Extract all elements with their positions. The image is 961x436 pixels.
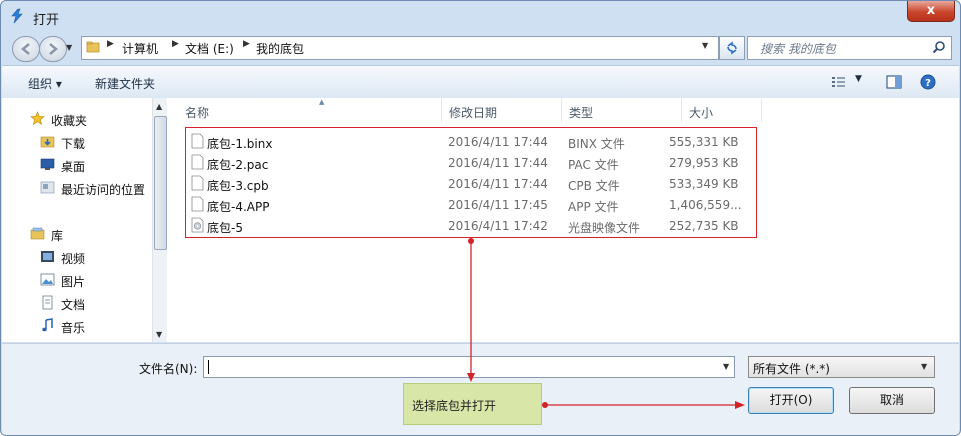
window-title: 打开 xyxy=(33,13,60,28)
picture-icon xyxy=(40,273,55,286)
filename-dropdown-icon[interactable]: ▼ xyxy=(723,362,729,371)
nav-desktop[interactable]: 桌面 xyxy=(2,155,152,175)
search-box[interactable]: 搜索 我的底包 xyxy=(747,36,952,60)
column-header-name-label: 名称 xyxy=(185,106,210,120)
preview-pane-icon[interactable] xyxy=(886,74,902,90)
nav-videos[interactable]: 视频 xyxy=(2,247,152,267)
column-header-size[interactable]: 大小 xyxy=(681,98,762,122)
new-folder-button[interactable]: 新建文件夹 xyxy=(95,75,155,92)
view-dropdown-icon[interactable]: ▼ xyxy=(855,74,862,84)
column-header-name[interactable]: 名称 ▲ xyxy=(177,98,442,122)
nav-desktop-label: 桌面 xyxy=(61,160,86,174)
navigation-scrollbar[interactable]: ▲ ▼ xyxy=(152,98,167,342)
scroll-up-icon[interactable]: ▲ xyxy=(156,102,162,111)
refresh-icon xyxy=(727,41,737,55)
download-folder-icon xyxy=(40,136,55,148)
filter-dropdown-icon[interactable]: ▼ xyxy=(921,362,927,371)
file-type-filter[interactable]: 所有文件 (*.*) ▼ xyxy=(748,356,935,378)
help-icon[interactable]: ? xyxy=(920,74,936,90)
open-button[interactable]: 打开(O) xyxy=(748,387,834,414)
column-header-size-label: 大小 xyxy=(689,106,714,120)
document-icon xyxy=(42,295,53,310)
file-type-filter-value: 所有文件 (*.*) xyxy=(753,362,830,376)
cancel-button[interactable]: 取消 xyxy=(849,387,935,414)
breadcrumb-computer[interactable]: 计算机 xyxy=(122,40,158,57)
title-bar[interactable]: 打开 x xyxy=(1,1,960,33)
column-header-date-label: 修改日期 xyxy=(449,106,498,120)
app-icon xyxy=(11,8,23,24)
video-icon xyxy=(41,251,54,262)
view-options-icon[interactable] xyxy=(831,74,847,90)
nav-documents-label: 文档 xyxy=(61,298,86,312)
column-header-type[interactable]: 类型 xyxy=(561,98,682,122)
filename-label: 文件名(N): xyxy=(139,362,198,376)
nav-libraries-label: 库 xyxy=(51,229,64,243)
scrollbar-thumb[interactable] xyxy=(154,116,167,250)
breadcrumb-drive[interactable]: 文档 (E:) xyxy=(185,40,234,57)
nav-recent-places-label: 最近访问的位置 xyxy=(61,183,146,197)
address-bar[interactable]: ▶ 计算机 ▶ 文档 (E:) ▶ 我的底包 ▼ xyxy=(81,36,719,60)
sort-ascending-icon: ▲ xyxy=(319,98,325,106)
nav-music-label: 音乐 xyxy=(61,321,86,335)
breadcrumb-arrow-icon[interactable]: ▶ xyxy=(107,39,114,49)
nav-downloads[interactable]: 下载 xyxy=(2,132,152,152)
nav-downloads-label: 下载 xyxy=(61,137,86,151)
desktop-icon xyxy=(40,158,55,170)
breadcrumb-arrow-icon[interactable]: ▶ xyxy=(243,39,250,49)
nav-libraries[interactable]: 库 xyxy=(2,224,152,244)
search-icon[interactable] xyxy=(932,40,946,54)
command-bar: 组织 ▾ 新建文件夹 ▼ ? xyxy=(2,65,959,99)
nav-documents[interactable]: 文档 xyxy=(2,293,152,313)
files-highlight-box xyxy=(185,127,757,238)
nav-music[interactable]: 音乐 xyxy=(2,316,152,336)
address-dropdown-icon[interactable]: ▼ xyxy=(702,41,708,50)
breadcrumb-arrow-icon[interactable]: ▶ xyxy=(172,39,179,49)
search-placeholder: 搜索 我的底包 xyxy=(760,42,836,56)
folder-icon xyxy=(86,41,100,53)
column-header-type-label: 类型 xyxy=(569,106,594,120)
column-header-date[interactable]: 修改日期 xyxy=(441,98,562,122)
music-icon xyxy=(42,318,53,332)
close-button[interactable]: x xyxy=(907,1,955,22)
annotation-text: 选择底包并打开 xyxy=(412,399,497,413)
navigation-pane: 收藏夹 下载 桌面 最近访问的位置 库 视频 图片 文档 音乐 ▲ ▼ xyxy=(2,98,167,342)
nav-favorites-label: 收藏夹 xyxy=(51,114,88,128)
nav-recent-places[interactable]: 最近访问的位置 xyxy=(2,178,152,198)
forward-button[interactable] xyxy=(39,36,67,62)
nav-pictures-label: 图片 xyxy=(61,275,86,289)
open-file-dialog: 打开 x ▼ ▶ 计算机 ▶ 文档 (E:) ▶ 我的底包 ▼ 搜索 我的底包 xyxy=(0,0,961,436)
organize-button[interactable]: 组织 ▾ xyxy=(28,75,62,92)
back-button[interactable] xyxy=(12,36,40,62)
refresh-button[interactable] xyxy=(719,36,745,60)
star-icon xyxy=(30,111,45,125)
nav-pictures[interactable]: 图片 xyxy=(2,270,152,290)
nav-favorites[interactable]: 收藏夹 xyxy=(2,109,152,129)
back-arrow-icon xyxy=(21,43,30,55)
recent-places-icon xyxy=(40,181,55,194)
forward-arrow-icon xyxy=(49,43,58,55)
history-dropdown-icon[interactable]: ▼ xyxy=(66,43,76,53)
scroll-down-icon[interactable]: ▼ xyxy=(156,330,162,339)
breadcrumb-folder[interactable]: 我的底包 xyxy=(256,40,304,57)
annotation-callout: 选择底包并打开 xyxy=(403,383,542,425)
library-icon xyxy=(30,227,45,240)
text-caret xyxy=(208,360,209,374)
nav-videos-label: 视频 xyxy=(61,252,86,266)
svg-text:?: ? xyxy=(925,78,931,89)
filename-input[interactable]: ▼ xyxy=(203,356,735,378)
